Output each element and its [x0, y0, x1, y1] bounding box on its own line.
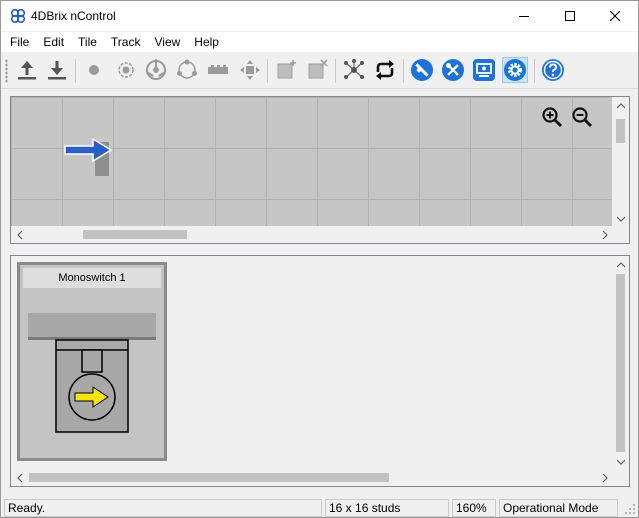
tile-horizontal-scrollbar[interactable] [11, 469, 613, 486]
download-button[interactable] [44, 57, 70, 83]
chevron-up-icon [616, 102, 625, 108]
network-icon [344, 59, 364, 79]
map-vertical-scrollbar[interactable] [612, 97, 629, 227]
chevron-up-icon [616, 261, 625, 267]
menu-bar: File Edit Tile Track View Help [1, 32, 638, 52]
toolbar-separator [335, 59, 336, 83]
status-zoom: 160% [452, 499, 496, 517]
layout-map-canvas[interactable] [11, 97, 613, 227]
tile-vertical-scrollbar[interactable] [612, 256, 629, 470]
network-button[interactable] [341, 57, 367, 83]
layout-map-panel [10, 96, 630, 244]
circle-nodes-icon [177, 59, 197, 79]
app-window: 4DBrix nControl File Edit Tile Track Vie… [0, 0, 639, 518]
scroll-right-button[interactable] [596, 226, 613, 243]
menu-track[interactable]: Track [104, 32, 148, 52]
status-bar: Ready. 16 x 16 studs 160% Operational Mo… [1, 497, 638, 517]
window-title: 4DBrix nControl [31, 9, 116, 23]
toolbar-separator [75, 59, 76, 83]
turntable-icon [146, 59, 166, 80]
scroll-up-button[interactable] [612, 97, 629, 114]
settings-button[interactable] [502, 57, 528, 83]
chevron-left-icon [16, 473, 22, 482]
gear-icon [504, 59, 526, 81]
add-tile-button[interactable] [273, 57, 299, 83]
upload-icon [18, 61, 36, 80]
status-grid-size: 16 x 16 studs [325, 499, 449, 517]
chevron-right-icon [602, 473, 608, 482]
resize-grip-icon[interactable] [624, 503, 636, 515]
map-vertical-scroll-thumb[interactable] [616, 119, 625, 143]
chevron-right-icon [602, 230, 608, 239]
scroll-down-button[interactable] [612, 453, 629, 470]
tile-list-panel: Monoswitch 1 [10, 255, 630, 487]
scroll-down-button[interactable] [612, 210, 629, 227]
target-button[interactable] [113, 57, 139, 83]
move-arrows-button[interactable] [237, 57, 263, 83]
wrench-screwdriver-button[interactable] [440, 57, 466, 83]
chevron-down-icon [616, 216, 625, 222]
monitor-button[interactable] [471, 57, 497, 83]
close-button[interactable] [592, 1, 638, 31]
chevron-down-icon [616, 459, 625, 465]
delete-tile-button[interactable] [304, 57, 330, 83]
scroll-right-button[interactable] [596, 469, 613, 486]
toolbar-separator [534, 59, 535, 83]
minimize-button[interactable] [501, 1, 547, 31]
maximize-button[interactable] [547, 1, 593, 31]
toolbar-separator [267, 59, 268, 83]
tile-card-title: Monoswitch 1 [23, 268, 161, 288]
target-icon [118, 62, 134, 78]
loop-arrows-icon [376, 60, 394, 80]
wrench-screwdriver-icon [442, 59, 464, 81]
close-icon [610, 11, 620, 21]
title-bar: 4DBrix nControl [1, 1, 638, 31]
scroll-left-button[interactable] [11, 469, 28, 486]
download-icon [48, 61, 66, 80]
toolbar [1, 53, 638, 89]
scroll-corner [612, 226, 629, 243]
upload-button[interactable] [14, 57, 40, 83]
tile-vertical-scroll-thumb[interactable] [616, 274, 625, 452]
edit-tools-icon [411, 59, 433, 81]
status-message: Ready. [4, 499, 322, 517]
toolbar-grip[interactable] [5, 59, 8, 83]
4dbrix-logo-icon [10, 8, 26, 24]
chevron-left-icon [16, 230, 22, 239]
loop-arrows-button[interactable] [372, 57, 398, 83]
zoom-in-icon[interactable] [541, 106, 563, 128]
switch-arrow-icon[interactable] [63, 138, 115, 178]
dot-button[interactable] [81, 57, 107, 83]
maximize-icon [565, 11, 575, 21]
menu-view[interactable]: View [147, 32, 187, 52]
edit-tools-button[interactable] [409, 57, 435, 83]
scroll-up-button[interactable] [612, 256, 629, 273]
monoswitch-icon [28, 313, 156, 433]
scroll-corner [612, 469, 629, 486]
scroll-left-button[interactable] [11, 226, 28, 243]
add-tile-icon [277, 60, 296, 79]
help-button[interactable] [540, 57, 566, 83]
minimize-icon [519, 16, 529, 17]
move-arrows-icon [240, 60, 260, 80]
menu-tile[interactable]: Tile [71, 32, 104, 52]
status-mode: Operational Mode [499, 499, 618, 517]
monitor-icon [473, 59, 495, 81]
menu-help[interactable]: Help [187, 32, 226, 52]
menu-file[interactable]: File [3, 32, 36, 52]
map-horizontal-scroll-thumb[interactable] [83, 230, 187, 239]
toolbar-separator [403, 59, 404, 83]
tile-horizontal-scroll-thumb[interactable] [29, 473, 389, 482]
delete-tile-icon [308, 59, 328, 79]
zoom-out-icon[interactable] [571, 106, 593, 128]
track-piece-icon [208, 65, 228, 74]
circle-nodes-button[interactable] [174, 57, 200, 83]
tile-card-monoswitch-1[interactable]: Monoswitch 1 [17, 262, 167, 461]
dot-icon [89, 65, 99, 75]
menu-edit[interactable]: Edit [36, 32, 71, 52]
track-piece-button[interactable] [205, 57, 231, 83]
help-icon [542, 59, 564, 81]
turntable-button[interactable] [143, 57, 169, 83]
map-horizontal-scrollbar[interactable] [11, 226, 613, 243]
